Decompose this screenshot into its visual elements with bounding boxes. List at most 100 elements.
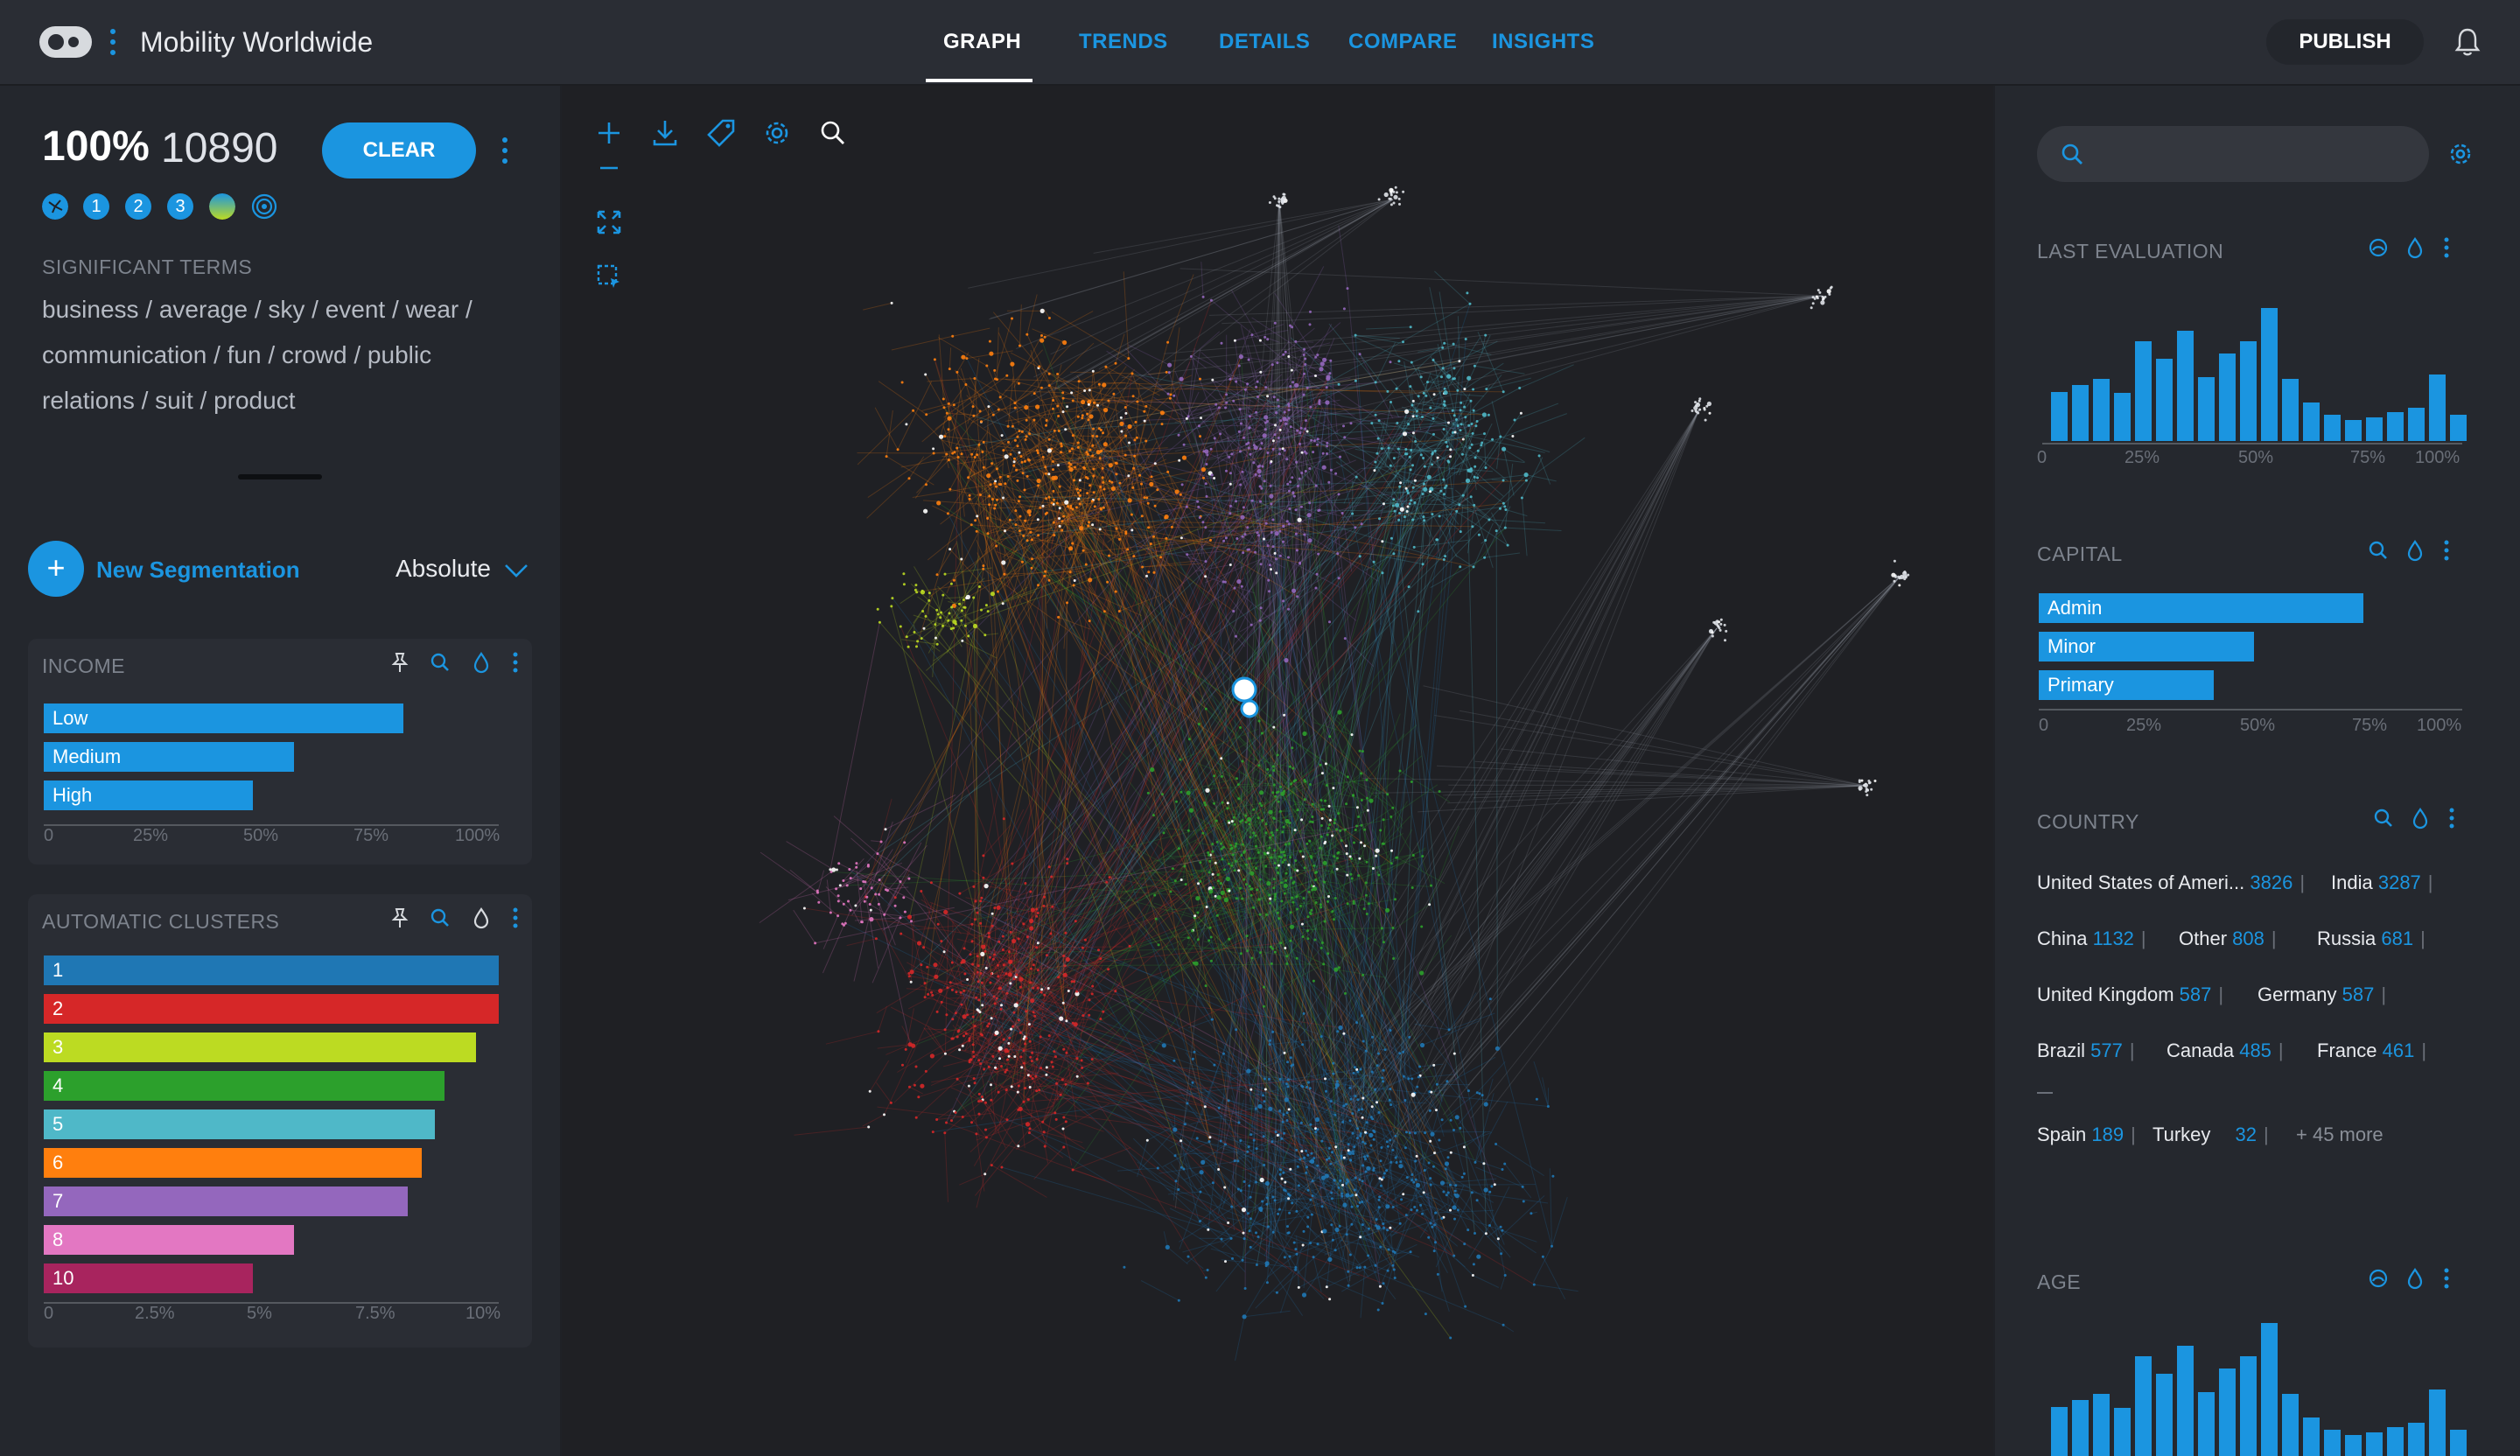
new-segmentation-button[interactable]: + [28,541,84,597]
cluster-chip-3[interactable]: 3 [167,193,193,220]
drop-icon[interactable] [2404,539,2426,562]
age-bar[interactable] [2114,1408,2131,1456]
age-bar[interactable] [2408,1423,2425,1456]
age-bar[interactable] [2177,1346,2194,1456]
country-item[interactable]: Canada 485 | [2166,1040,2284,1062]
panel-resize-handle[interactable] [238,474,322,480]
selection-menu-icon[interactable] [500,135,509,166]
cluster-bar-8[interactable]: 8 [44,1225,294,1255]
new-segmentation-label[interactable]: New Segmentation [96,556,300,584]
publish-button[interactable]: PUBLISH [2266,19,2424,65]
income-bar[interactable]: Medium [44,742,294,772]
income-bar[interactable]: Low [44,704,403,733]
last-evaluation-bar[interactable] [2303,402,2320,441]
age-bar[interactable] [2261,1323,2278,1456]
last-evaluation-bar[interactable] [2051,392,2068,441]
gear-icon[interactable] [760,116,794,150]
scale-mode-select[interactable]: Absolute [396,555,491,583]
notification-bell-icon[interactable] [2450,24,2485,60]
color-gradient-icon[interactable] [209,193,235,220]
country-item[interactable]: United States of Ameri... 3826 | [2037,872,2305,894]
last-evaluation-bar[interactable] [2429,374,2446,441]
country-item[interactable]: Russia 681 | [2317,928,2426,950]
drop-icon[interactable] [471,651,492,674]
search-icon[interactable] [430,906,451,929]
highlighted-node[interactable] [1240,699,1259,718]
country-item[interactable]: Turkey 32 | [2152,1124,2269,1146]
app-menu-icon[interactable] [108,24,117,60]
last-evaluation-bar[interactable] [2114,393,2131,441]
zoom-out-icon[interactable] [592,150,626,186]
cluster-bar-2[interactable]: 2 [44,994,499,1024]
age-bar[interactable] [2240,1356,2257,1456]
fit-screen-icon[interactable] [592,205,626,240]
age-bar[interactable] [2072,1400,2089,1456]
graph-canvas[interactable] [562,86,1993,1456]
country-item[interactable]: United Kingdom 587 | [2037,984,2223,1006]
last-evaluation-bar[interactable] [2261,308,2278,441]
search-input[interactable] [2096,136,2415,173]
age-bar[interactable] [2156,1374,2173,1456]
country-item[interactable]: France 461 | [2317,1040,2426,1062]
country-item[interactable]: Brazil 577 | [2037,1040,2135,1062]
age-bar[interactable] [2450,1430,2467,1456]
country-more-link[interactable]: + 45 more [2296,1124,2384,1146]
last-evaluation-bar[interactable] [2072,385,2089,441]
card-menu-icon[interactable] [511,906,520,929]
cluster-chip-1[interactable]: 1 [83,193,109,220]
card-menu-icon[interactable] [2447,807,2456,830]
capital-bar[interactable]: Minor [2039,632,2254,662]
age-bar[interactable] [2324,1430,2341,1456]
search-icon[interactable] [430,651,451,674]
country-item[interactable]: China 1132 | [2037,928,2146,950]
country-item[interactable]: Other 808 | [2179,928,2277,950]
last-evaluation-bar[interactable] [2345,420,2362,441]
age-bar[interactable] [2219,1368,2236,1456]
drop-icon[interactable] [2404,1267,2426,1290]
card-menu-icon[interactable] [2442,1267,2451,1290]
download-icon[interactable] [648,116,682,150]
chevron-down-icon[interactable] [504,562,528,579]
card-menu-icon[interactable] [2442,539,2451,562]
last-evaluation-bar[interactable] [2450,415,2467,441]
last-evaluation-bar[interactable] [2366,417,2383,441]
radar-icon[interactable] [2368,236,2389,259]
last-evaluation-bar[interactable] [2177,331,2194,441]
country-item[interactable]: Germany 587 | [2258,984,2386,1006]
cluster-bar-3[interactable]: 3 [44,1032,476,1062]
card-menu-icon[interactable] [2442,236,2451,259]
tab-trends[interactable]: TRENDS [1079,30,1168,54]
last-evaluation-bar[interactable] [2282,379,2299,441]
pin-icon[interactable] [389,651,410,674]
capital-bar[interactable]: Primary [2039,670,2214,700]
cluster-bar-7[interactable]: 7 [44,1186,408,1216]
tab-details[interactable]: DETAILS [1219,30,1310,54]
tab-graph[interactable]: GRAPH [943,30,1021,54]
pin-icon[interactable] [389,906,410,929]
gear-icon[interactable] [2446,140,2474,168]
income-bar[interactable]: High [44,780,253,810]
cluster-bar-10[interactable]: 10 [44,1264,253,1293]
cluster-bar-6[interactable]: 6 [44,1148,422,1178]
cluster-bar-1[interactable]: 1 [44,956,499,985]
last-evaluation-bar[interactable] [2198,377,2215,441]
tab-insights[interactable]: INSIGHTS [1492,30,1594,54]
last-evaluation-bar[interactable] [2219,354,2236,441]
age-bar[interactable] [2198,1392,2215,1456]
zoom-in-icon[interactable] [592,116,626,150]
network-graph[interactable] [562,86,1993,1456]
last-evaluation-bar[interactable] [2240,341,2257,441]
radar-icon[interactable] [251,193,277,220]
search-icon[interactable] [2368,539,2389,562]
cluster-bar-4[interactable]: 4 [44,1071,444,1101]
tab-compare[interactable]: COMPARE [1348,30,1457,54]
cluster-bar-5[interactable]: 5 [44,1110,435,1139]
search-icon[interactable] [816,116,850,150]
tag-icon[interactable] [704,116,738,150]
age-bar[interactable] [2282,1394,2299,1456]
age-bar[interactable] [2303,1418,2320,1456]
age-bar[interactable] [2366,1432,2383,1456]
age-bar[interactable] [2051,1407,2068,1456]
drop-icon[interactable] [471,906,492,929]
logo-icon[interactable] [38,24,93,60]
